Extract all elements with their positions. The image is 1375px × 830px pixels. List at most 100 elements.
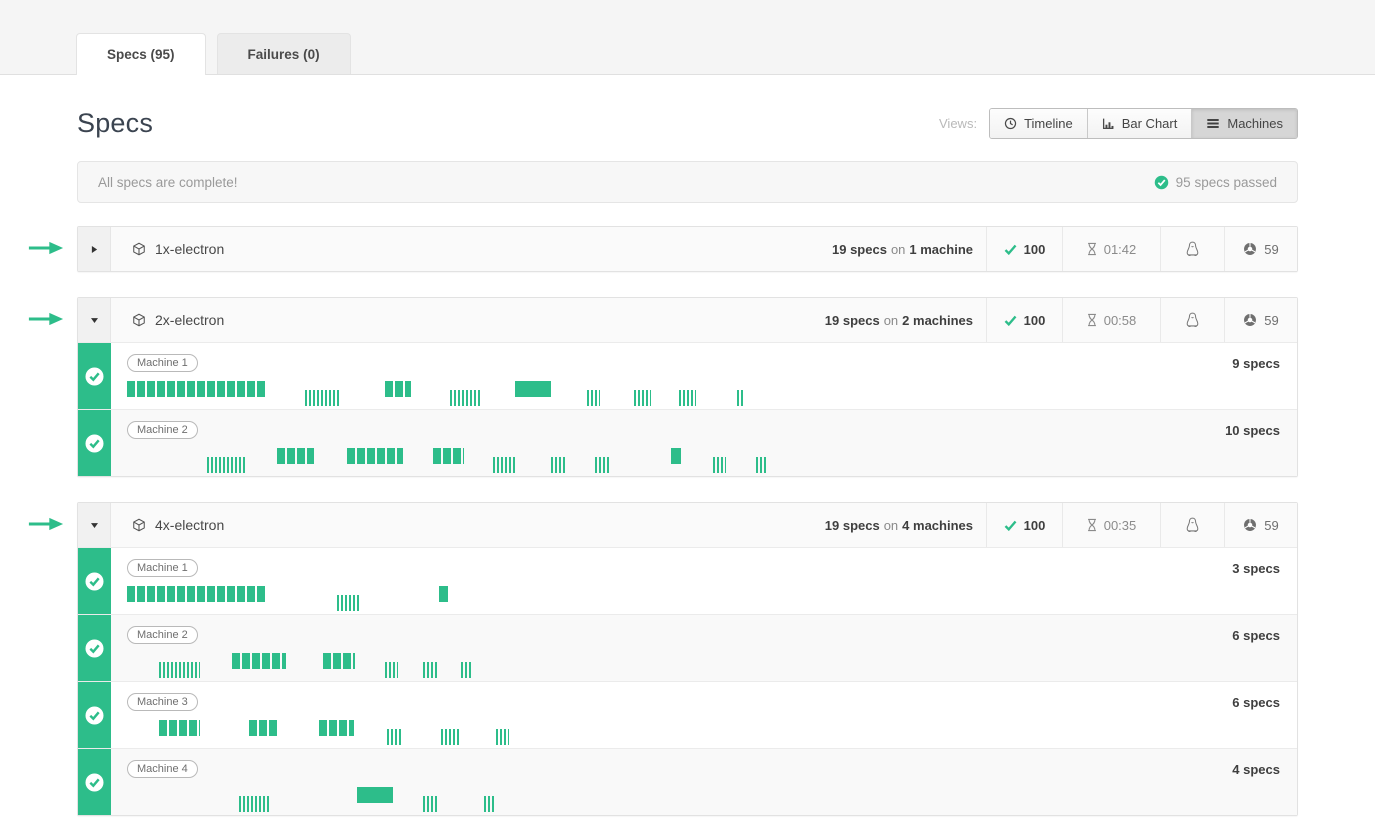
- spec-bar-segment[interactable]: [551, 457, 567, 473]
- on-word: on: [884, 313, 898, 328]
- groups-list: 1x-electron19 specson1 machine10001:4259…: [77, 226, 1298, 816]
- spec-bar-segment[interactable]: [357, 787, 393, 803]
- machine-row: Machine 2 6 specs: [78, 614, 1297, 681]
- spec-bar-segment[interactable]: [249, 720, 277, 736]
- spec-bar-segment[interactable]: [450, 390, 480, 406]
- machines-count: 2 machines: [902, 313, 973, 328]
- clock-icon: [1004, 117, 1017, 130]
- view-button-label: Machines: [1227, 116, 1283, 131]
- spec-bar-segment[interactable]: [515, 381, 551, 397]
- machine-row: Machine 13 specs: [78, 547, 1297, 614]
- green-arrow-icon: [27, 516, 65, 532]
- machine-body: Machine 2 6 specs: [111, 615, 1297, 681]
- spec-timeline-bars: [127, 720, 1281, 736]
- page-title: Specs: [77, 108, 153, 139]
- spec-bar-segment[interactable]: [679, 390, 696, 406]
- spec-bar-segment[interactable]: [496, 729, 509, 745]
- hourglass-icon: [1087, 518, 1097, 532]
- machine-specs-count: 9 specs: [1232, 356, 1280, 371]
- machine-label-pill[interactable]: Machine 2: [127, 421, 198, 439]
- tab-specs[interactable]: Specs (95): [76, 33, 206, 75]
- spec-bar-segment[interactable]: [232, 653, 286, 669]
- spec-bar-segment[interactable]: [441, 729, 459, 745]
- spec-timeline-bars: [127, 787, 1281, 803]
- machine-label-pill[interactable]: Machine 4: [127, 760, 198, 778]
- machine-label-pill[interactable]: Machine 3: [127, 693, 198, 711]
- green-check-icon: [1004, 520, 1017, 531]
- chrome-icon: [1243, 518, 1257, 532]
- white-check-circle-icon: [85, 706, 104, 725]
- spec-bar-segment[interactable]: [671, 448, 681, 464]
- spec-bar-segment[interactable]: [127, 381, 267, 397]
- spec-bar-segment[interactable]: [423, 662, 438, 678]
- spec-bar-segment[interactable]: [385, 381, 411, 397]
- spec-bar-segment[interactable]: [127, 586, 267, 602]
- spec-bar-segment[interactable]: [484, 796, 495, 812]
- machine-label-pill[interactable]: Machine 2: [127, 626, 198, 644]
- spec-bar-segment[interactable]: [634, 390, 651, 406]
- expand-toggle[interactable]: [78, 503, 111, 547]
- spec-bar-segment[interactable]: [423, 796, 439, 812]
- machine-body: Machine 4 4 specs: [111, 749, 1297, 815]
- spec-bar-segment[interactable]: [387, 729, 403, 745]
- cube-icon: [132, 313, 146, 327]
- spec-bar-segment[interactable]: [337, 595, 359, 611]
- group-header-4x-electron[interactable]: 4x-electron19 specson4 machines10000:355…: [78, 503, 1297, 547]
- browser-cell: 59: [1224, 298, 1297, 342]
- hourglass-icon: [1087, 242, 1097, 256]
- group-panel-1x-electron: 1x-electron19 specson1 machine10001:4259: [77, 226, 1298, 272]
- view-button-timeline[interactable]: Timeline: [990, 109, 1087, 138]
- cube-icon: [132, 518, 146, 532]
- machine-label-pill[interactable]: Machine 1: [127, 354, 198, 372]
- spec-bar-segment[interactable]: [587, 390, 600, 406]
- group-header-2x-electron[interactable]: 2x-electron19 specson2 machines10000:585…: [78, 298, 1297, 342]
- spec-bar-segment[interactable]: [305, 390, 340, 406]
- duration-cell: 00:35: [1062, 503, 1160, 547]
- group-header-1x-electron[interactable]: 1x-electron19 specson1 machine10001:4259: [78, 227, 1297, 271]
- machine-body: Machine 1 9 specs: [111, 343, 1297, 409]
- banner-message: All specs are complete!: [98, 175, 238, 190]
- spec-bar-segment[interactable]: [433, 448, 464, 464]
- view-button-machines[interactable]: Machines: [1191, 109, 1297, 138]
- group-name: 1x-electron: [111, 227, 224, 271]
- spec-bar-segment[interactable]: [319, 720, 354, 736]
- machine-status-column: [78, 548, 111, 614]
- spec-bar-segment[interactable]: [385, 662, 398, 678]
- duration-value: 01:42: [1104, 242, 1137, 257]
- green-arrow-icon: [27, 240, 65, 256]
- linux-penguin-icon: [1186, 517, 1199, 533]
- group-specs-summary: 19 specson4 machines: [825, 503, 986, 547]
- machines-count: 1 machine: [909, 242, 973, 257]
- machines-icon: [1206, 117, 1220, 130]
- white-check-circle-icon: [85, 367, 104, 386]
- cube-icon: [132, 242, 146, 256]
- group-panel-4x-electron: 4x-electron19 specson4 machines10000:355…: [77, 502, 1298, 816]
- spec-bar-segment[interactable]: [493, 457, 517, 473]
- spec-bar-segment[interactable]: [323, 653, 355, 669]
- spec-bar-segment[interactable]: [347, 448, 403, 464]
- spec-bar-segment[interactable]: [439, 586, 448, 602]
- tab-failures[interactable]: Failures (0): [217, 33, 351, 74]
- caret-down-icon: [90, 317, 99, 324]
- view-button-bar-chart[interactable]: Bar Chart: [1087, 109, 1192, 138]
- expand-toggle[interactable]: [78, 227, 111, 271]
- spec-bar-segment[interactable]: [595, 457, 609, 473]
- group-wrap-2x-electron: 2x-electron19 specson2 machines10000:585…: [77, 297, 1298, 477]
- green-check-icon: [1004, 315, 1017, 326]
- spec-bar-segment[interactable]: [277, 448, 314, 464]
- spec-bar-segment[interactable]: [159, 720, 200, 736]
- spec-bar-segment[interactable]: [159, 662, 200, 678]
- machine-specs-count: 6 specs: [1232, 628, 1280, 643]
- spec-bar-segment[interactable]: [756, 457, 768, 473]
- spec-bar-segment[interactable]: [737, 390, 745, 406]
- machine-specs-count: 4 specs: [1232, 762, 1280, 777]
- spec-bar-segment[interactable]: [461, 662, 472, 678]
- spec-timeline-bars: [127, 448, 1281, 464]
- tab-bar: Specs (95) Failures (0): [0, 0, 1375, 75]
- machine-label-pill[interactable]: Machine 1: [127, 559, 198, 577]
- views-switcher: Views: TimelineBar ChartMachines: [939, 108, 1298, 139]
- spec-bar-segment[interactable]: [713, 457, 726, 473]
- spec-bar-segment[interactable]: [239, 796, 271, 812]
- expand-toggle[interactable]: [78, 298, 111, 342]
- spec-bar-segment[interactable]: [207, 457, 247, 473]
